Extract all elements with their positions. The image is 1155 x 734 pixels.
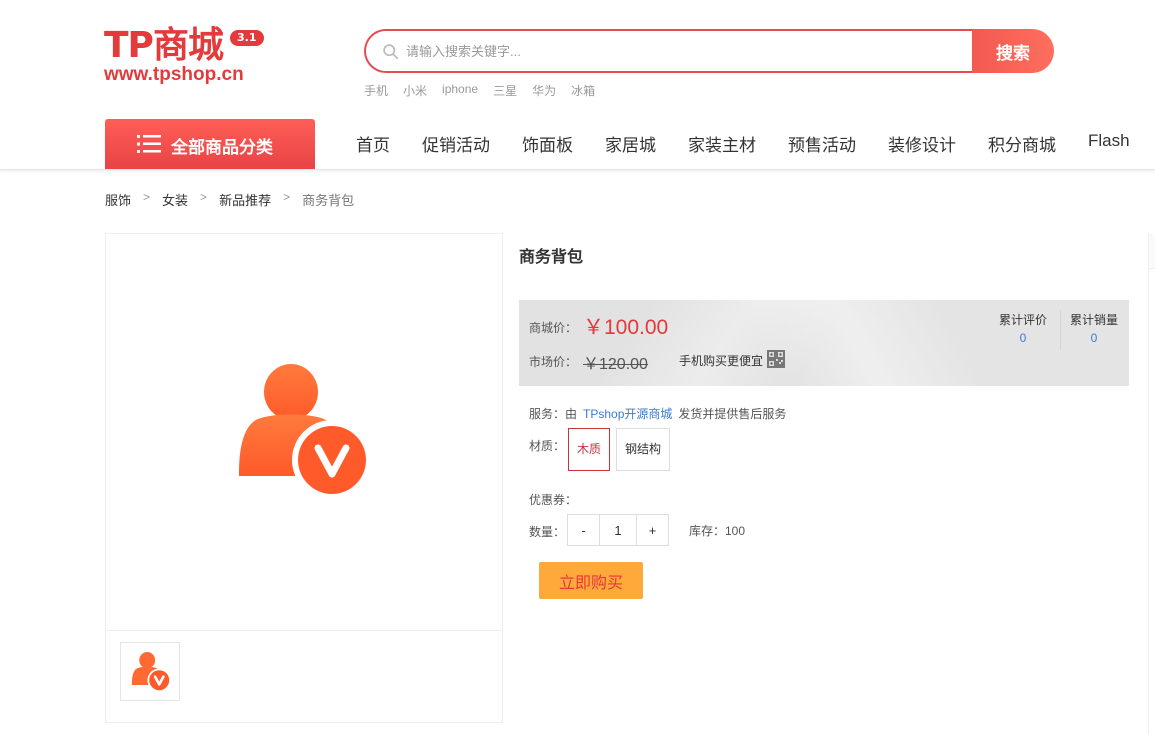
side-panel-edge: [1148, 233, 1155, 734]
market-price: ￥120.00: [583, 356, 648, 373]
sales-count: 0: [1090, 331, 1098, 345]
search-icon: [383, 44, 399, 60]
material-option-wood[interactable]: 木质: [568, 428, 610, 471]
side-panel-cap: [1149, 233, 1155, 269]
site-logo[interactable]: TP商城 3.1 www.tpshop.cn: [104, 26, 274, 92]
product-thumbnail[interactable]: [120, 642, 180, 701]
nav-item-points-mall[interactable]: 积分商城: [988, 131, 1056, 156]
nav-links: 首页 促销活动 饰面板 家居城 家装主材 预售活动 装修设计 积分商城 Flas…: [356, 131, 1155, 156]
breadcrumb-item[interactable]: 女装: [162, 190, 188, 209]
quantity-stepper: - +: [567, 514, 669, 546]
breadcrumb-item[interactable]: 服饰: [105, 190, 131, 209]
product-main-image[interactable]: [106, 234, 502, 631]
qr-code-icon[interactable]: [767, 350, 785, 368]
all-categories-button[interactable]: 全部商品分类: [105, 119, 315, 169]
service-info: 服务：由 TPshop开源商城 发货并提供售后服务: [529, 405, 786, 422]
mobile-purchase-text: 手机购买更便宜: [679, 354, 764, 368]
review-stat[interactable]: 累计评价 0: [999, 311, 1047, 345]
quantity-label: 数量：: [529, 525, 566, 539]
market-price-label: 市场价：: [529, 355, 578, 369]
search-box: [364, 29, 974, 73]
search-bar: 搜索: [364, 29, 1054, 73]
nav-item-veneer[interactable]: 饰面板: [522, 131, 573, 156]
buy-now-button[interactable]: 立即购买: [539, 562, 643, 599]
verified-user-icon: [131, 652, 171, 692]
service-label: 服务：由: [529, 407, 578, 421]
review-count: 0: [1019, 331, 1027, 345]
logo-text: TP商城: [104, 25, 224, 66]
product-gallery: [105, 233, 503, 723]
material-option-steel[interactable]: 钢结构: [616, 428, 670, 471]
product-title: 商务背包: [519, 249, 584, 266]
chevron-right-icon: >: [200, 190, 208, 204]
hot-keyword-link[interactable]: iphone: [442, 82, 478, 99]
service-suffix: 发货并提供售后服务: [678, 407, 787, 421]
main-nav: 全部商品分类 首页 促销活动 饰面板 家居城 家装主材 预售活动 装修设计 积分…: [0, 119, 1155, 170]
stat-divider: [1060, 310, 1061, 350]
material-label: 材质：: [529, 439, 566, 453]
nav-item-design[interactable]: 装修设计: [888, 131, 956, 156]
quantity-decrease-button[interactable]: -: [568, 515, 599, 545]
nav-item-promotions[interactable]: 促销活动: [422, 131, 490, 156]
sales-label: 累计销量: [1070, 313, 1119, 327]
menu-icon: [137, 135, 161, 153]
price-label: 商城价：: [529, 321, 578, 335]
price-panel: 商城价： ￥100.00 市场价： ￥120.00 手机购买更便宜 累计评价 0…: [519, 300, 1129, 386]
store-link[interactable]: TPshop开源商城: [583, 407, 672, 421]
stock-info: 库存：100: [689, 524, 746, 538]
hot-keywords: 手机 小米 iphone 三星 华为 冰箱: [364, 82, 610, 99]
hot-keyword-link[interactable]: 小米: [403, 82, 427, 99]
search-button[interactable]: 搜索: [972, 29, 1054, 73]
hot-keyword-link[interactable]: 手机: [364, 82, 388, 99]
nav-item-home[interactable]: 首页: [356, 131, 390, 156]
hot-keyword-link[interactable]: 华为: [532, 82, 556, 99]
review-label: 累计评价: [999, 313, 1048, 327]
hot-keyword-link[interactable]: 冰箱: [571, 82, 595, 99]
hot-keyword-link[interactable]: 三星: [493, 82, 517, 99]
sales-stat: 累计销量 0: [1070, 311, 1118, 345]
product-price: ￥100.00: [583, 316, 669, 339]
all-categories-label: 全部商品分类: [171, 138, 273, 157]
search-input[interactable]: [406, 39, 956, 63]
logo-url: www.tpshop.cn: [104, 64, 244, 85]
nav-item-flash[interactable]: Flash: [1088, 131, 1130, 156]
nav-item-materials[interactable]: 家装主材: [688, 131, 756, 156]
breadcrumb-current: 商务背包: [302, 193, 355, 208]
chevron-right-icon: >: [143, 190, 151, 204]
verified-user-icon: [239, 364, 369, 500]
breadcrumb: 服饰 > 女装 > 新品推荐 > 商务背包: [105, 190, 354, 209]
coupon-label: 优惠券：: [529, 493, 578, 507]
chevron-right-icon: >: [283, 190, 291, 204]
nav-item-home-store[interactable]: 家居城: [605, 131, 656, 156]
quantity-input[interactable]: [599, 515, 637, 545]
breadcrumb-item[interactable]: 新品推荐: [219, 190, 271, 209]
nav-item-presale[interactable]: 预售活动: [788, 131, 856, 156]
logo-version-badge: 3.1: [230, 30, 264, 46]
quantity-increase-button[interactable]: +: [637, 515, 668, 545]
